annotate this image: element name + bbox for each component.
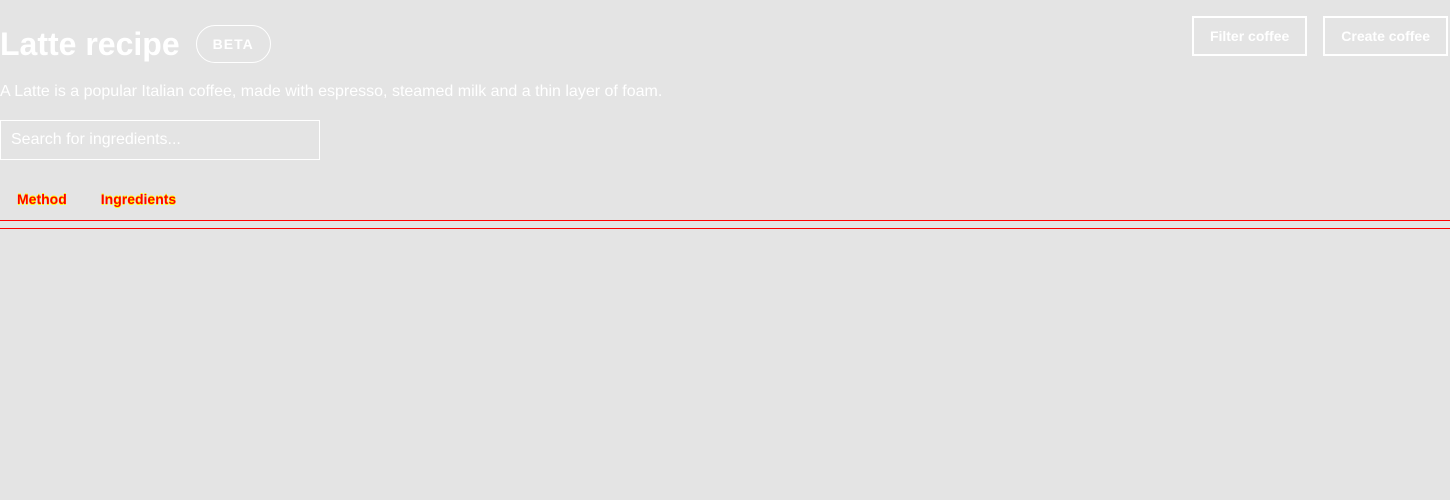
tab-method[interactable]: Method — [17, 188, 67, 210]
beta-badge: BETA — [195, 25, 271, 63]
title-row: Latte recipe BETA — [0, 24, 271, 64]
create-coffee-button[interactable]: Create coffee — [1323, 16, 1448, 56]
page: Latte recipe BETA Filter coffee Create c… — [0, 0, 1450, 500]
page-title: Latte recipe — [0, 26, 180, 62]
ingredient-search-input[interactable] — [0, 120, 320, 160]
tabs-divider-bottom — [0, 228, 1450, 229]
header-actions: Filter coffee Create coffee — [1191, 16, 1448, 56]
filter-coffee-button[interactable]: Filter coffee — [1191, 16, 1308, 56]
tab-ingredients[interactable]: Ingredients — [101, 188, 176, 210]
recipe-tabs: Method Ingredients — [17, 188, 176, 210]
recipe-description: A Latte is a popular Italian coffee, mad… — [0, 83, 663, 100]
tabs-divider-top — [0, 220, 1450, 221]
